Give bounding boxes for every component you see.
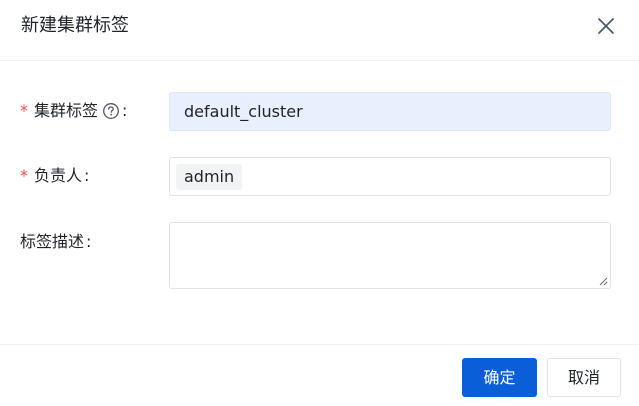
cluster-tag-value: default_cluster [184,102,303,121]
description-label: 标签描述 : [20,231,91,253]
owner-label-text: 负责人 [34,166,83,185]
question-circle-icon[interactable] [102,102,120,120]
confirm-button[interactable]: 确定 [462,358,537,397]
close-button[interactable] [595,15,617,37]
dialog-title: 新建集群标签 [21,15,129,36]
owner-label: * 负责人 : [20,165,89,187]
create-cluster-tag-dialog: 新建集群标签 * 集群标签 : default_cluster * 负责人: … [0,0,639,406]
resize-handle-icon[interactable] [598,276,608,286]
owner-select[interactable]: admin [169,157,611,196]
colon: : [122,101,128,120]
dialog-footer: 确定 取消 [0,344,639,406]
cluster-tag-label-text: 集群标签 [34,101,99,120]
description-textarea[interactable] [169,222,611,289]
owner-tag[interactable]: admin [176,164,243,190]
cluster-tag-input[interactable]: default_cluster [169,92,611,131]
cluster-tag-label: * 集群标签 : [20,100,127,122]
required-mark: * [20,166,28,185]
close-icon [598,18,614,34]
colon: : [86,232,92,251]
dialog-header: 新建集群标签 [0,0,639,61]
cancel-button[interactable]: 取消 [547,358,621,397]
required-mark: * [20,101,28,120]
colon: : [84,166,90,185]
description-label-text: 标签描述 [20,232,85,251]
